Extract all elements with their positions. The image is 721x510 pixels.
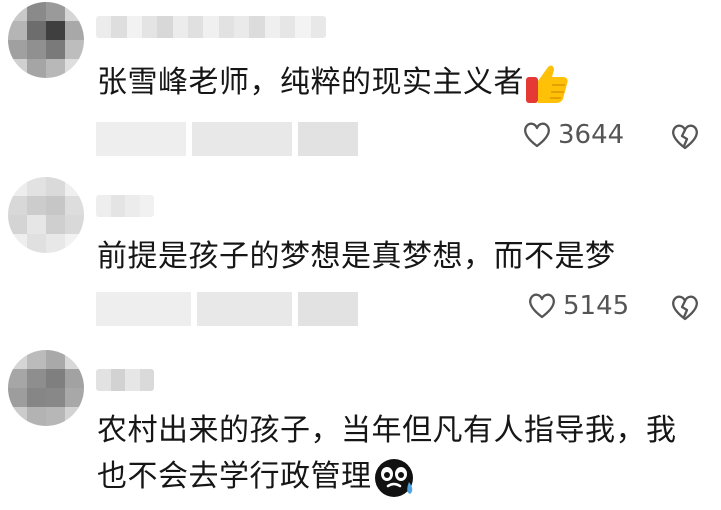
username-blurred[interactable] [96, 369, 154, 391]
timestamp-location-blurred [96, 292, 358, 326]
comment-text-line1: 农村出来的孩子，当年但凡有人指导我，我 [97, 413, 677, 448]
username-blurred[interactable] [96, 16, 326, 38]
avatar[interactable] [8, 350, 84, 426]
comment-text: 前提是孩子的梦想是真梦想，而不是梦 [97, 234, 616, 280]
heart-icon [529, 293, 555, 319]
comment-text: 张雪峰老师，纯粹的现实主义者 [97, 60, 570, 106]
username-blurred[interactable] [96, 195, 154, 217]
thumbs-up-emoji [526, 65, 568, 103]
crying-face-emoji [374, 458, 413, 497]
comment-item: 张雪峰老师，纯粹的现实主义者 3644 [0, 0, 721, 175]
heart-icon [524, 122, 550, 148]
avatar[interactable] [8, 177, 84, 253]
comment-text: 农村出来的孩子，当年但凡有人指导我，我 [97, 408, 677, 454]
like-count: 3644 [558, 120, 625, 150]
dislike-broken-heart-icon[interactable] [670, 122, 700, 152]
comment-item: 农村出来的孩子，当年但凡有人指导我，我 也不会去学行政管理 [0, 345, 721, 510]
like-count: 5145 [563, 291, 630, 321]
comment-text-content: 张雪峰老师，纯粹的现实主义者 [97, 65, 524, 100]
timestamp-location-blurred [96, 122, 358, 156]
avatar[interactable] [8, 2, 84, 78]
comment-text-content: 前提是孩子的梦想是真梦想，而不是梦 [97, 239, 616, 274]
dislike-broken-heart-icon[interactable] [670, 293, 700, 323]
comment-text: 也不会去学行政管理 [97, 454, 418, 500]
like-button[interactable]: 5145 [527, 291, 629, 321]
comment-text-line2: 也不会去学行政管理 [97, 459, 372, 494]
like-button[interactable]: 3644 [522, 120, 624, 150]
comment-item: 前提是孩子的梦想是真梦想，而不是梦 5145 [0, 175, 721, 345]
